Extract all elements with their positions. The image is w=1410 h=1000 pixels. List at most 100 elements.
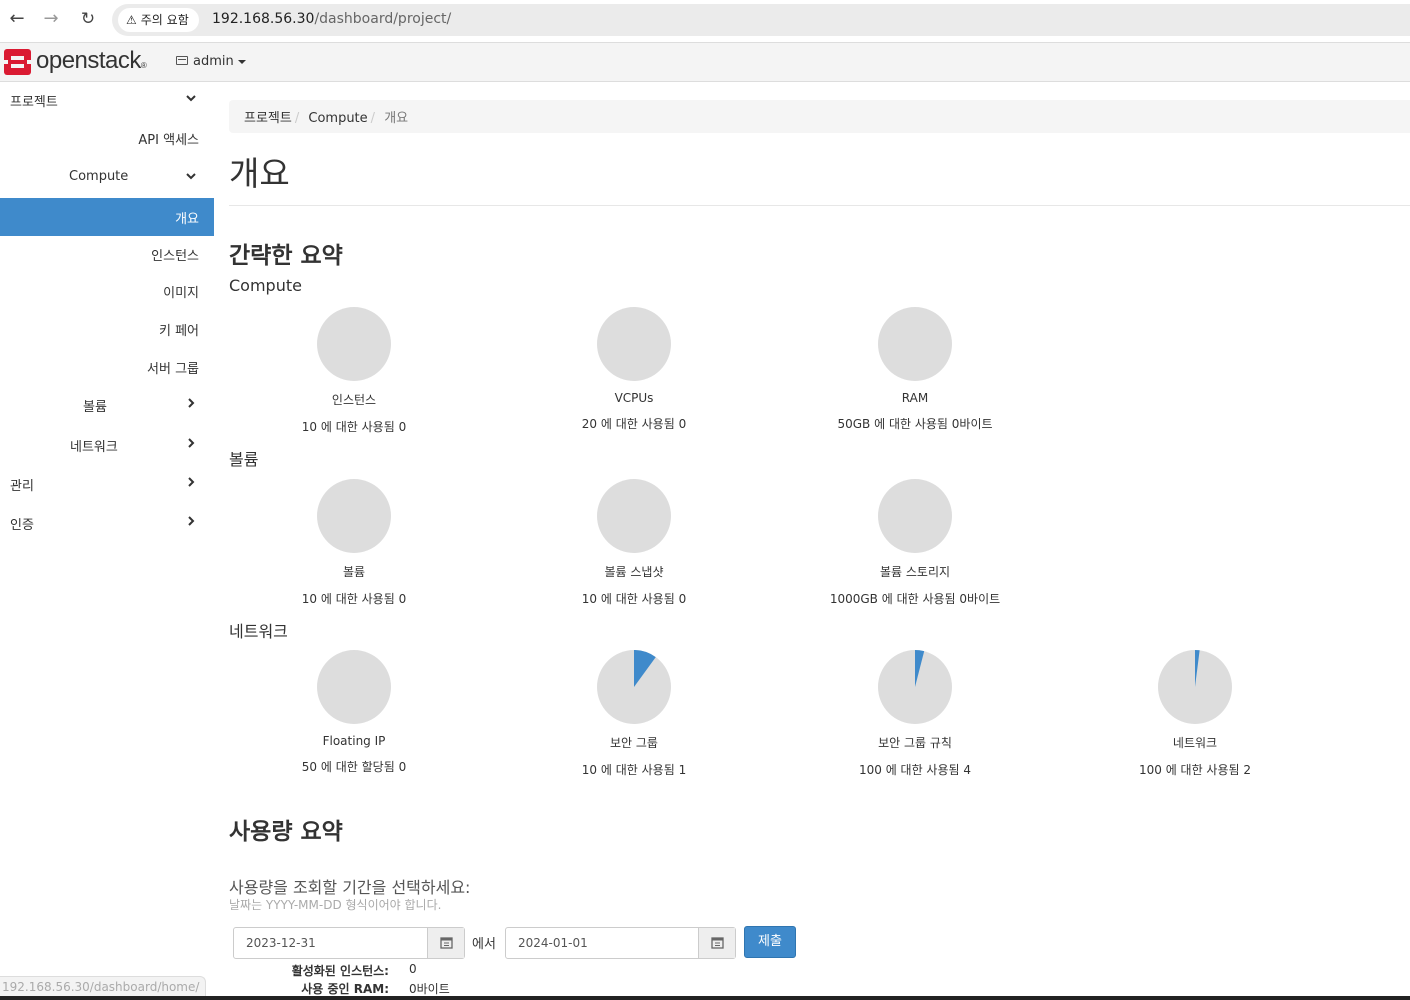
volume-group-label: 볼륨 [229,450,259,469]
chart-usage-text: 10 에 대한 사용됨 0 [301,592,407,606]
top-navbar: openstack® admin [0,42,1410,82]
pie-chart [317,479,391,553]
page-title: 개요 [229,154,290,193]
sidebar-item-compute[interactable]: Compute [0,159,214,197]
pie-remaining-slice [317,650,391,724]
calendar-icon[interactable] [427,928,464,958]
sidebar-item-label: 볼륨 [83,400,107,415]
address-bar[interactable]: ⚠ 주의 요함 192.168.56.30/dashboard/project/ [112,4,1410,36]
chart-usage-text: 10 에 대한 사용됨 0 [301,420,407,434]
chart-title: 볼륨 스토리지 [879,565,951,579]
quota-chart: 볼륨 스토리지 1000GB 에 대한 사용됨 0바이트 [790,479,1040,607]
quota-chart: 네트워크 100 에 대한 사용됨 2 [1070,650,1320,778]
pie-remaining-slice [597,307,671,381]
breadcrumb-separator: / [294,111,300,126]
chart-title: 인스턴스 [331,393,377,407]
sidebar-item-server-groups[interactable]: 서버 그룹 [0,348,214,386]
breadcrumb-compute[interactable]: Compute [308,111,367,126]
from-label: 에서 [472,937,496,952]
start-date-input[interactable] [234,928,428,958]
pie-chart [1158,650,1232,724]
breadcrumb: 프로젝트 / Compute / 개요 [229,100,1410,133]
sidebar-item-key-pairs[interactable]: 키 페어 [0,310,214,348]
sidebar-item-label: API 액세스 [138,133,199,148]
sidebar-item-api-access[interactable]: API 액세스 [0,119,214,157]
submit-button[interactable]: 제출 [744,926,796,958]
limit-summary-heading: 간략한 요약 [229,243,343,269]
chevron-right-icon [186,477,196,487]
url-host: 192.168.56.30 [212,11,315,27]
chevron-right-icon [186,516,196,526]
pie-remaining-slice [597,479,671,553]
pie-chart [597,650,671,724]
chevron-down-icon [186,93,196,103]
sidebar-item-label: 네트워크 [70,440,118,455]
sidebar-item-label: 이미지 [163,286,199,301]
usage-summary-heading: 사용량 요약 [229,819,343,845]
network-group-label: 네트워크 [229,622,288,641]
sidebar-item-identity[interactable]: 인증 [0,504,214,542]
sidebar-item-images[interactable]: 이미지 [0,272,214,310]
back-arrow-icon[interactable]: ← [6,8,28,30]
sidebar-item-label: Compute [69,169,129,184]
quota-chart: 볼륨 10 에 대한 사용됨 0 [229,479,479,607]
breadcrumb-project[interactable]: 프로젝트 [244,111,292,126]
caret-down-icon [237,59,246,64]
chart-usage-text: 50GB 에 대한 사용됨 0바이트 [837,417,993,431]
pie-chart [597,307,671,381]
divider [229,205,1410,206]
chevron-down-icon [186,171,196,181]
sidebar-item-label: 서버 그룹 [147,362,199,377]
project-switcher[interactable]: admin [176,54,246,69]
url-path: /dashboard/project/ [314,11,452,27]
sidebar-item-overview[interactable]: 개요 [0,198,214,236]
brand-name: openstack [36,47,141,74]
openstack-logo-icon[interactable] [4,49,31,75]
chevron-right-icon [186,438,196,448]
summary-label: 활성화된 인스턴스: [291,964,389,978]
quota-chart: 보안 그룹 10 에 대한 사용됨 1 [509,650,759,778]
sidebar-item-project[interactable]: 프로젝트 [0,81,214,119]
chart-usage-text: 100 에 대한 사용됨 4 [858,763,972,777]
sidebar-item-admin[interactable]: 관리 [0,465,214,503]
pie-chart [878,479,952,553]
sidebar-item-instances[interactable]: 인스턴스 [0,235,214,273]
quota-chart: VCPUs 20 에 대한 사용됨 0 [509,307,759,432]
forward-arrow-icon[interactable]: → [40,8,62,30]
pie-chart [317,307,391,381]
quota-chart: 보안 그룹 규칙 100 에 대한 사용됨 4 [790,650,1040,778]
date-format-hint: 날짜는 YYYY-MM-DD 형식이어야 합니다. [229,898,442,912]
security-label: 주의 요함 [140,13,189,27]
chart-title: RAM [901,391,929,405]
breadcrumb-separator: / [370,111,376,126]
brand-wordmark[interactable]: openstack® [36,47,147,75]
pie-remaining-slice [878,479,952,553]
start-date-group [233,927,465,959]
summary-label: 사용 중인 RAM: [301,982,389,996]
chart-title: 볼륨 [342,565,366,579]
ram-used-row: 사용 중인 RAM: 0바이트 [229,980,629,996]
window-bottom-edge [0,996,1410,1000]
sidebar-item-label: 인스턴스 [151,249,199,264]
pie-remaining-slice [317,479,391,553]
sidebar-item-network[interactable]: 네트워크 [0,426,214,464]
sidebar-item-volumes[interactable]: 볼륨 [0,386,214,424]
brand-registered-mark: ® [140,61,147,70]
chart-title: 볼륨 스냅샷 [604,565,664,579]
chart-usage-text: 50 에 대한 할당됨 0 [301,760,407,774]
sidebar-item-label: 프로젝트 [10,95,58,110]
quota-chart: 볼륨 스냅샷 10 에 대한 사용됨 0 [509,479,759,607]
calendar-icon[interactable] [698,928,735,958]
browser-toolbar: ← → ↻ ⚠ 주의 요함 192.168.56.30/dashboard/pro… [0,0,1410,40]
security-chip[interactable]: ⚠ 주의 요함 [118,8,199,32]
sidebar-item-label: 개요 [175,212,199,227]
link-status-bubble: 192.168.56.30/dashboard/home/ [0,976,207,996]
quota-chart: RAM 50GB 에 대한 사용됨 0바이트 [790,307,1040,432]
pie-chart [317,650,391,724]
reload-icon[interactable]: ↻ [77,8,99,30]
quota-chart: Floating IP 50 에 대한 할당됨 0 [229,650,479,775]
url-text[interactable]: 192.168.56.30/dashboard/project/ [212,11,451,27]
end-date-input[interactable] [506,928,700,958]
summary-value: 0바이트 [409,982,450,996]
chart-usage-text: 10 에 대한 사용됨 1 [581,763,687,777]
